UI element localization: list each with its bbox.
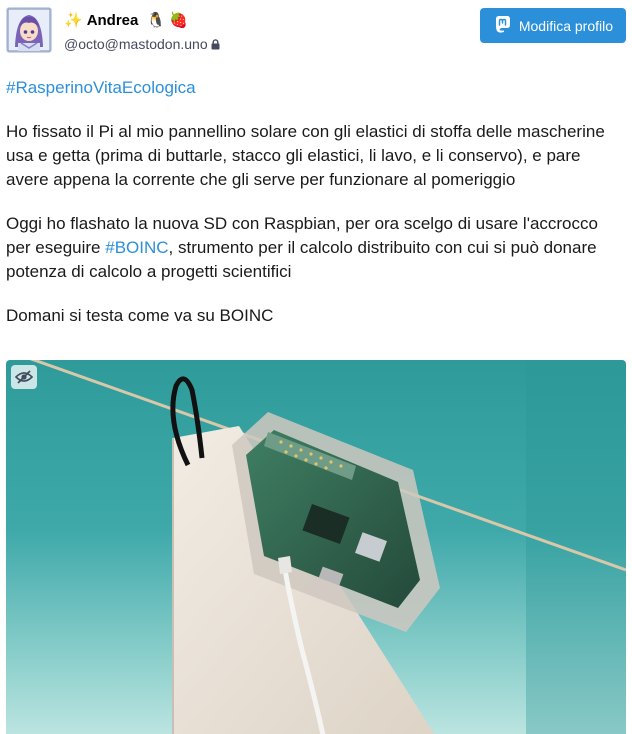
paragraph-3: Domani si testa come va su BOINC <box>6 306 274 325</box>
mastodon-icon <box>493 14 513 37</box>
status-header: ✨ Andrea 🐧 🍓 @octo@mastodon.uno Modifica p… <box>6 7 626 57</box>
penguin-emoji: 🐧 <box>146 12 166 29</box>
hashtag-title-paragraph: #RasperinoVitaEcologica <box>6 76 624 100</box>
avatar[interactable] <box>6 7 52 53</box>
lock-icon <box>211 37 220 53</box>
handle-text: @octo@mastodon.uno <box>64 36 208 52</box>
paragraph-1: Ho fissato il Pi al mio pannellino solar… <box>6 122 605 189</box>
paragraph-2: Oggi ho flashato la nuova SD con Raspbia… <box>6 212 624 284</box>
display-name-text: Andrea <box>86 12 139 29</box>
status-content: #RasperinoVitaEcologica Ho fissato il Pi… <box>6 76 624 348</box>
sparkle-emoji: ✨ <box>64 12 83 29</box>
hashtag-link-rasperinovitaecologica[interactable]: #RasperinoVitaEcologica <box>6 78 196 97</box>
anime-avatar-icon <box>6 7 52 53</box>
edit-profile-label: Modifica profilo <box>518 17 613 34</box>
hide-media-button[interactable] <box>11 365 37 389</box>
hashtag-link-boinc[interactable]: #BOINC <box>105 238 168 257</box>
account-handle: @octo@mastodon.uno <box>64 36 220 53</box>
raspberry-emoji: 🍓 <box>169 12 188 29</box>
eye-slash-icon <box>15 370 33 384</box>
status-page: ✨ Andrea 🐧 🍓 @octo@mastodon.uno Modifica p… <box>0 0 632 734</box>
media-attachment[interactable] <box>6 360 626 734</box>
edit-profile-button[interactable]: Modifica profilo <box>479 8 626 43</box>
display-name[interactable]: ✨ Andrea 🐧 🍓 <box>64 11 192 29</box>
raspberry-pi-photo <box>6 360 626 734</box>
